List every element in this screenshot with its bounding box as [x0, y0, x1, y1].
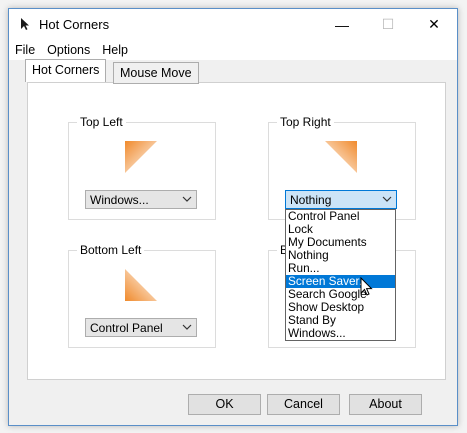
group-bottom-left: Bottom Left Control Panel — [68, 243, 216, 348]
top-left-corner-icon — [125, 141, 157, 173]
dropdown-option[interactable]: Windows... — [286, 327, 395, 340]
bottom-left-select[interactable]: Control Panel — [85, 318, 197, 337]
top-left-select[interactable]: Windows... — [85, 190, 197, 209]
group-label-top-left: Top Left — [77, 115, 126, 129]
tab-hot-corners[interactable]: Hot Corners — [25, 59, 107, 82]
close-icon: ✕ — [428, 16, 440, 32]
top-right-corner-icon — [325, 141, 357, 173]
top-right-select-value: Nothing — [290, 193, 332, 207]
top-left-select-value: Windows... — [90, 193, 149, 207]
menu-file[interactable]: File — [9, 40, 41, 60]
about-button[interactable]: About — [349, 394, 422, 415]
app-window: Hot Corners — ☐ ✕ File Options Help Hot … — [8, 8, 458, 426]
menu-bar: File Options Help — [9, 40, 457, 60]
window-title: Hot Corners — [39, 17, 110, 32]
chevron-down-icon — [182, 196, 192, 202]
chevron-down-icon — [382, 196, 392, 202]
mouse-pointer-icon — [360, 277, 373, 296]
top-right-select[interactable]: Nothing — [285, 190, 397, 209]
group-top-left: Top Left Windows... — [68, 115, 216, 220]
menu-help[interactable]: Help — [96, 40, 134, 60]
maximize-icon: ☐ — [381, 16, 395, 32]
cancel-button[interactable]: Cancel — [267, 394, 340, 415]
title-bar[interactable]: Hot Corners — ☐ ✕ — [9, 9, 457, 40]
maximize-button[interactable]: ☐ — [365, 9, 411, 40]
bottom-left-corner-icon — [125, 269, 157, 301]
menu-options[interactable]: Options — [41, 40, 96, 60]
minimize-icon: — — [335, 16, 349, 33]
tab-mouse-move[interactable]: Mouse Move — [113, 62, 199, 84]
top-right-dropdown-list: Control Panel Lock My Documents Nothing … — [285, 209, 396, 341]
group-top-right: Top Right Nothing — [268, 115, 416, 220]
bottom-left-select-value: Control Panel — [90, 321, 163, 335]
hot-corners-panel: Top Left Windows... Top Right Nothing Bo… — [27, 82, 446, 380]
minimize-button[interactable]: — — [319, 9, 365, 40]
cursor-app-icon — [21, 18, 29, 30]
ok-button[interactable]: OK — [188, 394, 261, 415]
group-label-bottom-left: Bottom Left — [77, 243, 145, 257]
group-label-top-right: Top Right — [277, 115, 334, 129]
chevron-down-icon — [182, 324, 192, 330]
close-button[interactable]: ✕ — [411, 9, 457, 40]
